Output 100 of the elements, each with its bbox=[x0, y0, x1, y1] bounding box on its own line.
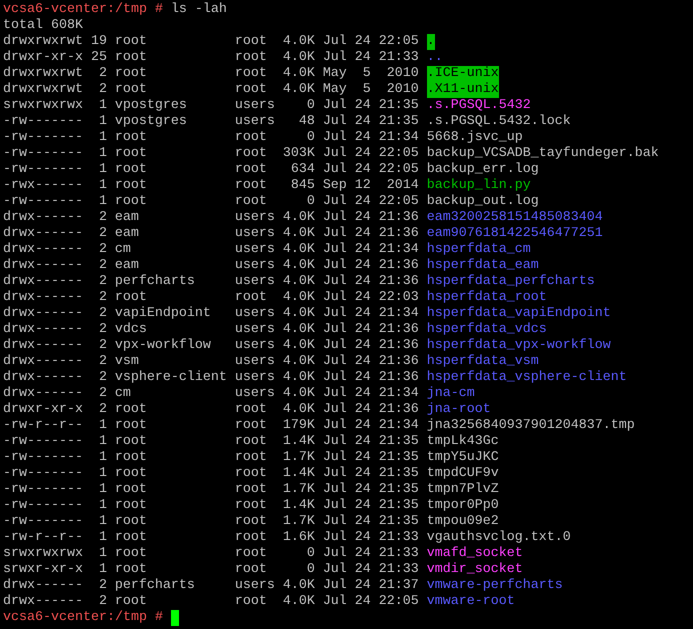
file-name: vmware-perfcharts bbox=[426, 578, 563, 594]
group-name: root bbox=[234, 482, 268, 498]
link-count: 2 bbox=[98, 594, 107, 610]
file-name: tmpn7PlvZ bbox=[426, 482, 499, 498]
modified-date: Jul 24 21:35 bbox=[322, 450, 419, 466]
modified-date: Jul 24 21:34 bbox=[322, 242, 419, 258]
file-size: 4.0K bbox=[282, 274, 315, 290]
owner-name: root bbox=[114, 66, 148, 82]
permissions: -rw------- bbox=[3, 482, 83, 498]
modified-date: Jul 24 21:35 bbox=[322, 114, 419, 130]
link-count: 1 bbox=[98, 418, 107, 434]
permissions: -rw-r--r-- bbox=[3, 530, 83, 546]
modified-date: Jul 24 21:35 bbox=[322, 98, 419, 114]
file-name: . bbox=[426, 34, 435, 50]
link-count: 2 bbox=[98, 338, 107, 354]
permissions: drwxrwxrwt bbox=[3, 82, 83, 98]
file-size: 0 bbox=[306, 98, 315, 114]
permissions: -rw------- bbox=[3, 162, 83, 178]
permissions: drwx------ bbox=[3, 370, 83, 386]
permissions: drwx------ bbox=[3, 594, 83, 610]
owner-name: root bbox=[114, 514, 148, 530]
modified-date: Jul 24 21:36 bbox=[322, 226, 419, 242]
permissions: drwx------ bbox=[3, 258, 83, 274]
link-count: 1 bbox=[98, 450, 107, 466]
owner-name: root bbox=[114, 434, 148, 450]
owner-name: eam bbox=[114, 210, 140, 226]
owner-name: root bbox=[114, 498, 148, 514]
file-name: eam9076181422546477251 bbox=[426, 226, 603, 242]
link-count: 1 bbox=[98, 546, 107, 562]
permissions: -rw------- bbox=[3, 146, 83, 162]
owner-name: root bbox=[114, 466, 148, 482]
file-size: 4.0K bbox=[282, 242, 315, 258]
owner-name: root bbox=[114, 130, 148, 146]
permissions: -rw------- bbox=[3, 114, 83, 130]
file-name: .s.PGSQL.5432.lock bbox=[426, 114, 571, 130]
file-size: 4.0K bbox=[282, 594, 315, 610]
permissions: srwxr-xr-x bbox=[3, 562, 83, 578]
link-count: 2 bbox=[98, 290, 107, 306]
permissions: -rw-r--r-- bbox=[3, 418, 83, 434]
file-name: tmpor0Pp0 bbox=[426, 498, 499, 514]
link-count: 1 bbox=[98, 482, 107, 498]
file-size: 4.0K bbox=[282, 226, 315, 242]
file-name: hsperfdata_vpx-workflow bbox=[426, 338, 611, 354]
total-size: total 608K bbox=[3, 18, 83, 34]
modified-date: Jul 24 21:36 bbox=[322, 258, 419, 274]
owner-name: root bbox=[114, 546, 148, 562]
file-name: hsperfdata_eam bbox=[426, 258, 539, 274]
group-name: root bbox=[234, 546, 268, 562]
file-size: 1.7K bbox=[282, 482, 315, 498]
file-name: tmpY5uJKC bbox=[426, 450, 499, 466]
prompt-path: vcsa6-vcenter:/tmp bbox=[3, 610, 147, 626]
permissions: drwx------ bbox=[3, 306, 83, 322]
file-size: 4.0K bbox=[282, 66, 315, 82]
modified-date: Jul 24 21:34 bbox=[322, 306, 419, 322]
permissions: -rw------- bbox=[3, 130, 83, 146]
link-count: 2 bbox=[98, 386, 107, 402]
permissions: srwxrwxrwx bbox=[3, 98, 83, 114]
permissions: -rw------- bbox=[3, 194, 83, 210]
owner-name: cm bbox=[114, 242, 132, 258]
file-name: hsperfdata_perfcharts bbox=[426, 274, 595, 290]
file-size: 4.0K bbox=[282, 402, 315, 418]
group-name: root bbox=[234, 418, 268, 434]
file-size: 4.0K bbox=[282, 50, 315, 66]
file-size: 4.0K bbox=[282, 34, 315, 50]
group-name: root bbox=[234, 434, 268, 450]
link-count: 2 bbox=[98, 578, 107, 594]
group-name: users bbox=[234, 578, 275, 594]
permissions: drwxr-xr-x bbox=[3, 402, 83, 418]
owner-name: vpostgres bbox=[114, 98, 188, 114]
link-count: 19 bbox=[90, 34, 107, 50]
owner-name: root bbox=[114, 594, 148, 610]
modified-date: Jul 24 21:35 bbox=[322, 482, 419, 498]
owner-name: eam bbox=[114, 226, 140, 242]
permissions: -rw------- bbox=[3, 514, 83, 530]
group-name: users bbox=[234, 354, 275, 370]
modified-date: Jul 24 21:34 bbox=[322, 386, 419, 402]
group-name: root bbox=[234, 402, 268, 418]
file-size: 4.0K bbox=[282, 370, 315, 386]
file-size: 0 bbox=[306, 546, 315, 562]
owner-name: root bbox=[114, 402, 148, 418]
group-name: root bbox=[234, 530, 268, 546]
file-size: 1.6K bbox=[282, 530, 315, 546]
modified-date: Jul 24 22:05 bbox=[322, 194, 419, 210]
file-size: 4.0K bbox=[282, 82, 315, 98]
owner-name: vdcs bbox=[114, 322, 148, 338]
file-name: .. bbox=[426, 50, 443, 66]
modified-date: Jul 24 21:36 bbox=[322, 402, 419, 418]
permissions: -rw------- bbox=[3, 498, 83, 514]
permissions: drwx------ bbox=[3, 242, 83, 258]
group-name: root bbox=[234, 466, 268, 482]
link-count: 2 bbox=[98, 82, 107, 98]
file-name: .X11-unix bbox=[426, 82, 499, 98]
group-name: users bbox=[234, 370, 275, 386]
file-name: vmware-root bbox=[426, 594, 515, 610]
file-size: 4.0K bbox=[282, 322, 315, 338]
permissions: drwx------ bbox=[3, 338, 83, 354]
command-text: ls -lah bbox=[170, 2, 227, 18]
file-size: 0 bbox=[306, 562, 315, 578]
modified-date: Jul 24 22:05 bbox=[322, 146, 419, 162]
link-count: 2 bbox=[98, 258, 107, 274]
